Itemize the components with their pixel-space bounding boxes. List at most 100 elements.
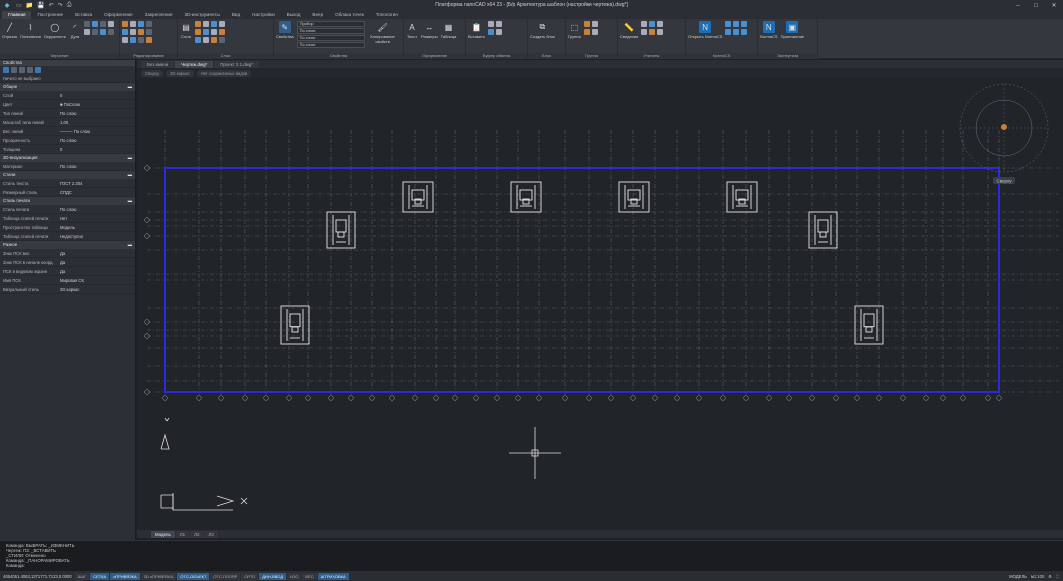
doc-tab-active[interactable]: Чертеж.dwg* bbox=[175, 61, 214, 68]
property-row[interactable]: Пространство таблицы Модель bbox=[0, 223, 135, 232]
fullscreen-icon[interactable]: ⛶ bbox=[1056, 574, 1059, 579]
command-prompt[interactable]: Команда: bbox=[6, 563, 1057, 568]
properties-button[interactable]: ✎ Свойства bbox=[276, 21, 294, 39]
normacs-tools-grid[interactable] bbox=[725, 21, 748, 35]
tab-annotate[interactable]: Оформление bbox=[98, 11, 139, 19]
property-value[interactable]: СПДС bbox=[60, 190, 135, 195]
color-dropdown[interactable]: Прибор bbox=[296, 21, 365, 27]
property-row[interactable]: Прозрачность По слою bbox=[0, 136, 135, 145]
tab-3d[interactable]: 3D-инструменты bbox=[179, 11, 226, 19]
tab-layout[interactable]: Л1 bbox=[175, 530, 190, 538]
selection-row[interactable]: Ничего не выбрано bbox=[0, 74, 135, 83]
toggle-pickadd-icon[interactable] bbox=[19, 67, 25, 73]
close-icon[interactable]: ✕ bbox=[1045, 0, 1063, 11]
paste-button[interactable]: 📋 Вставить bbox=[468, 21, 485, 40]
property-row[interactable]: Стиль печати По слою bbox=[0, 205, 135, 214]
status-toggle[interactable]: ОТС-ПОЛЯР bbox=[210, 572, 241, 580]
doc-tab[interactable]: Без имени bbox=[141, 61, 175, 68]
property-value[interactable]: Да bbox=[60, 251, 135, 256]
select-objects-icon[interactable] bbox=[3, 67, 9, 73]
tab-home[interactable]: Главная bbox=[2, 11, 32, 19]
utility-tools-grid[interactable] bbox=[641, 21, 664, 35]
space-indicator[interactable]: МОДЕЛЬ bbox=[1009, 574, 1027, 579]
polyline-button[interactable]: ⌇ Полилиния bbox=[20, 21, 41, 40]
property-value[interactable]: Да bbox=[60, 260, 135, 265]
linetype-dropdown[interactable]: По слою bbox=[296, 28, 365, 34]
match-properties-button[interactable]: 🖌 Копирование свойств bbox=[368, 21, 398, 45]
property-value[interactable]: По слою bbox=[60, 207, 135, 212]
property-value[interactable]: 1.00 bbox=[60, 120, 135, 125]
property-value[interactable]: Да bbox=[60, 269, 135, 274]
create-block-button[interactable]: ⧉ Создать блок bbox=[530, 21, 555, 39]
property-value[interactable]: Недоступно bbox=[60, 234, 135, 239]
status-toggle[interactable]: ДИН-ВВОД bbox=[259, 572, 287, 580]
property-value[interactable]: По слою bbox=[60, 138, 135, 143]
layer-tools-grid[interactable] bbox=[195, 21, 225, 43]
settings-gear-icon[interactable]: ⚙ bbox=[1048, 574, 1052, 579]
property-value[interactable]: Мировая СК bbox=[60, 278, 135, 283]
property-value[interactable]: 2D каркас bbox=[60, 287, 135, 292]
property-row[interactable]: Масштаб типа линий 1.00 bbox=[0, 118, 135, 127]
collapse-icon[interactable]: ▬ bbox=[128, 197, 132, 205]
tab-model[interactable]: Модель bbox=[151, 530, 175, 538]
status-toggle[interactable]: ШАГ bbox=[74, 572, 90, 580]
property-row[interactable]: Визуальный стиль 2D каркас bbox=[0, 285, 135, 294]
status-toggle[interactable]: ШТРИХОВКА bbox=[317, 572, 349, 580]
command-line[interactable]: Команда: ВЫБРАТЬ: _ИЗМЕНИТЬ Чертеж: ПЗ: … bbox=[0, 540, 1063, 571]
tab-insert[interactable]: Вставка bbox=[69, 11, 98, 19]
tab-fan[interactable]: Веер bbox=[306, 11, 329, 19]
property-row[interactable]: Стиль текста ГОСТ 2.304 bbox=[0, 179, 135, 188]
minimize-icon[interactable]: – bbox=[1009, 0, 1027, 11]
app-button[interactable]: ▣ Приложение bbox=[781, 21, 804, 39]
tab-layout[interactable]: Л3 bbox=[204, 530, 218, 538]
tab-view[interactable]: Вид bbox=[226, 11, 246, 19]
visual-style-button[interactable]: 2D-каркас bbox=[166, 69, 194, 77]
property-section-header[interactable]: Разное ▬ bbox=[0, 241, 135, 249]
group-tools-grid[interactable] bbox=[583, 21, 598, 35]
collapse-icon[interactable]: ▬ bbox=[128, 83, 132, 91]
property-row[interactable]: Таблица стилей печати Недоступно bbox=[0, 232, 135, 241]
status-toggle[interactable]: ОТС-ОБЪЕКТ bbox=[177, 572, 210, 580]
property-value[interactable]: ——— По слою bbox=[60, 129, 135, 134]
group-button[interactable]: ⬚ Группа bbox=[568, 21, 581, 40]
property-row[interactable]: Слой 0 bbox=[0, 91, 135, 100]
tab-layout[interactable]: Л2 bbox=[190, 530, 204, 538]
property-value[interactable]: Нет bbox=[60, 216, 135, 221]
open-normacs-button[interactable]: N Открыть NormaCS bbox=[688, 21, 722, 39]
property-value[interactable]: По слою bbox=[60, 111, 135, 116]
table-button[interactable]: ▦ Таблица bbox=[441, 21, 457, 40]
view-direction-button[interactable]: Сверху bbox=[141, 69, 163, 77]
status-toggle[interactable]: 3D оПРИВЯЗКА bbox=[140, 572, 177, 580]
filter-icon[interactable] bbox=[27, 67, 33, 73]
normacs-export-button[interactable]: N NormaCS bbox=[760, 21, 778, 39]
draw-tools-grid[interactable] bbox=[83, 21, 114, 35]
property-section-header[interactable]: Стили ▬ bbox=[0, 171, 135, 179]
info-button[interactable]: 📏 Сведения bbox=[620, 21, 638, 40]
property-row[interactable]: Толщина 0 bbox=[0, 145, 135, 154]
property-row[interactable]: Знак ПСК вкл. Да bbox=[0, 249, 135, 258]
property-row[interactable]: Цвет ■ ПоСлою bbox=[0, 100, 135, 109]
clipboard-tools-grid[interactable] bbox=[487, 21, 502, 35]
property-row[interactable]: Таблица стилей печати Нет bbox=[0, 214, 135, 223]
property-section-header[interactable]: Общие ▬ bbox=[0, 83, 135, 91]
property-row[interactable]: Тип линий По слою bbox=[0, 109, 135, 118]
named-views-button[interactable]: Нет сохранённых видов bbox=[196, 69, 252, 77]
property-value[interactable]: По слою bbox=[60, 164, 135, 169]
property-row[interactable]: Знак ПСК в начале коорд. Да bbox=[0, 258, 135, 267]
maximize-icon[interactable]: □ bbox=[1027, 0, 1045, 11]
tab-topology[interactable]: Топология bbox=[370, 11, 404, 19]
property-value[interactable]: ГОСТ 2.304 bbox=[60, 181, 135, 186]
property-section-header[interactable]: 3D-визуализация ▬ bbox=[0, 154, 135, 162]
arc-button[interactable]: ◜ Дуга bbox=[69, 21, 81, 40]
property-row[interactable]: Размерный стиль СПДС bbox=[0, 188, 135, 197]
tab-settings[interactable]: Настройки bbox=[246, 11, 281, 19]
ucs-icon[interactable] bbox=[160, 417, 248, 511]
property-row[interactable]: Имя ПСК Мировая СК bbox=[0, 276, 135, 285]
lineweight-dropdown[interactable]: По слою bbox=[296, 35, 365, 41]
status-toggle[interactable]: оПРИВЯЗКА bbox=[110, 572, 140, 580]
status-toggle[interactable]: ВЕС bbox=[302, 572, 317, 580]
collapse-icon[interactable]: ▬ bbox=[128, 171, 132, 179]
doc-tab[interactable]: Проект 2.1.dwg* bbox=[214, 61, 260, 68]
tab-fix[interactable]: Закрепление bbox=[139, 11, 179, 19]
layers-button[interactable]: ▤ Слои bbox=[180, 21, 192, 40]
